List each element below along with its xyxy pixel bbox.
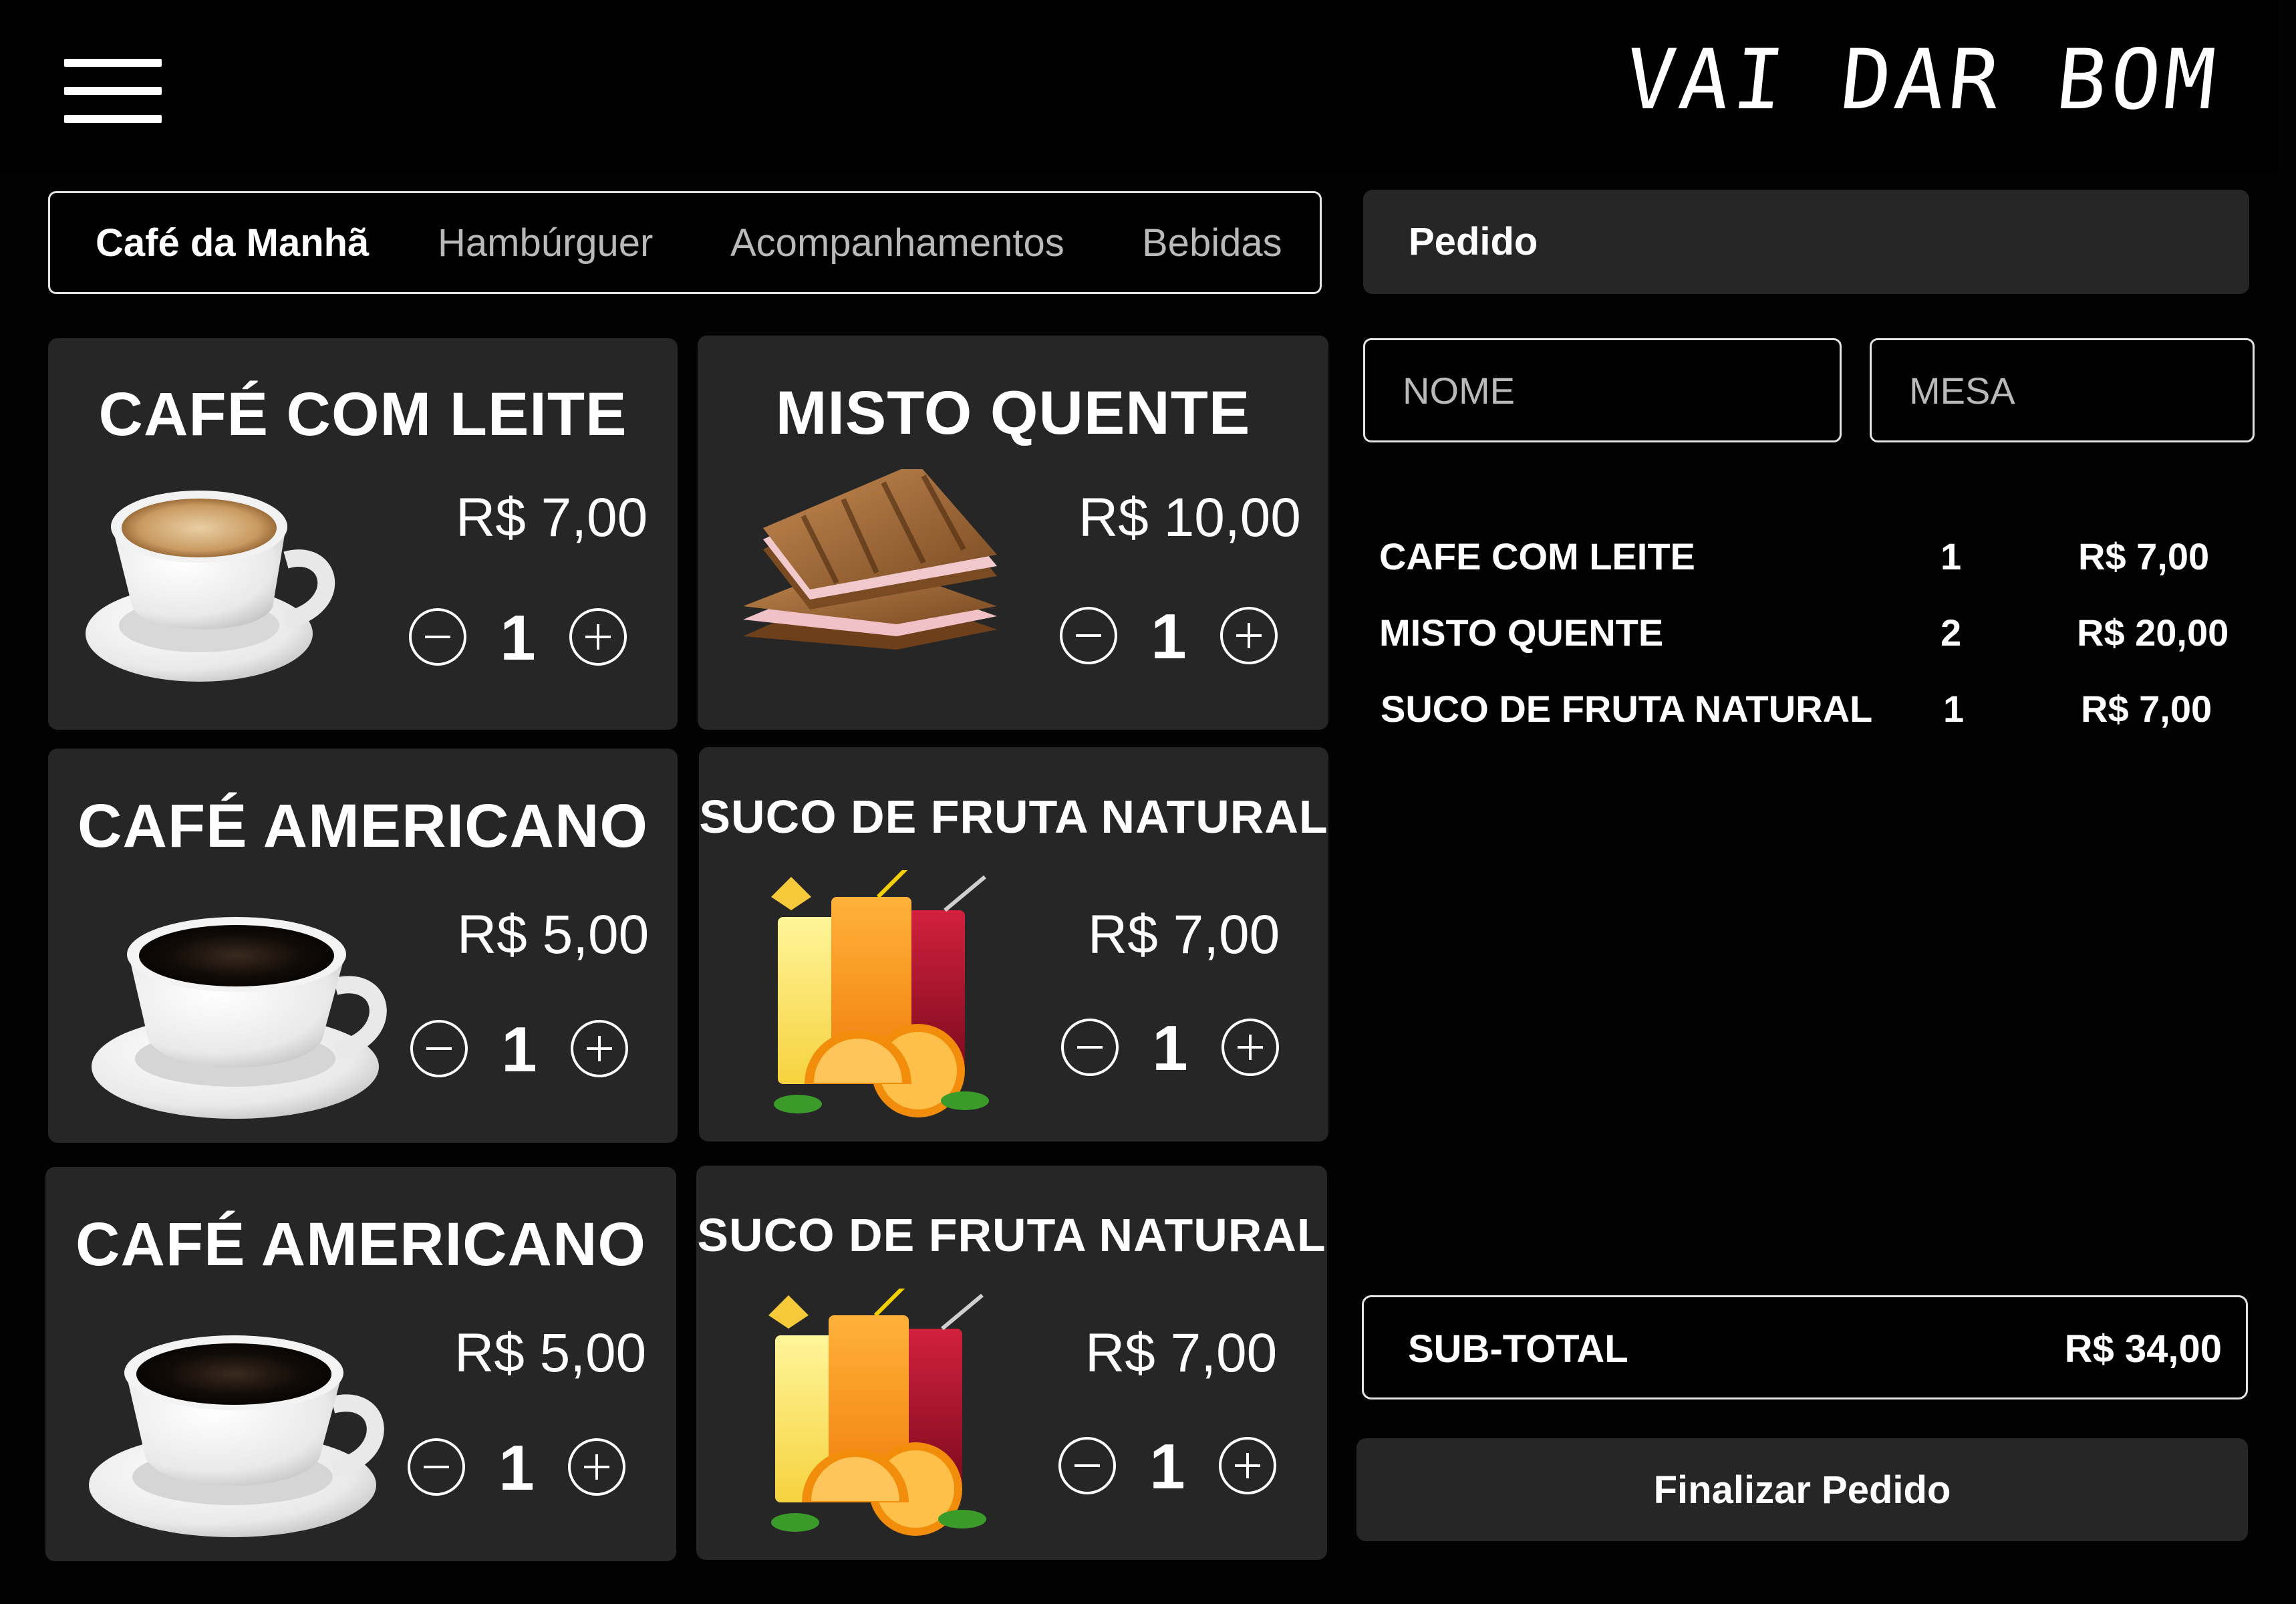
- coffee-with-milk-image: [86, 491, 335, 682]
- brand-logo: VAI DAR BOM: [1620, 32, 2224, 128]
- tab-cafe-da-manha[interactable]: Café da Manhã: [96, 220, 369, 267]
- category-tabs: Café da Manhã Hambúrguer Acompanhamentos…: [48, 191, 1322, 294]
- product-price: R$ 7,00: [456, 487, 648, 548]
- quantity-value: 1: [501, 1014, 537, 1085]
- decrease-quantity-button[interactable]: [408, 1438, 465, 1496]
- order-item-qty: 1: [1943, 688, 1965, 730]
- fruit-juice-image: [771, 870, 989, 1117]
- product-price: R$ 7,00: [1088, 904, 1280, 965]
- product-name: CAFÉ COM LEITE: [98, 380, 627, 448]
- product-name: MISTO QUENTE: [775, 379, 1251, 447]
- tab-acompanhamentos[interactable]: Acompanhamentos: [730, 220, 1064, 267]
- order-item-qty: 1: [1941, 535, 1962, 577]
- tab-bebidas[interactable]: Bebidas: [1142, 220, 1282, 267]
- customer-name-input[interactable]: [1363, 338, 1842, 442]
- increase-quantity-button[interactable]: [1219, 1437, 1276, 1494]
- order-item-qty: 2: [1941, 612, 1962, 654]
- order-item-name: MISTO QUENTE: [1379, 612, 1664, 654]
- quantity-value: 1: [498, 1432, 535, 1504]
- product-price: R$ 5,00: [457, 904, 650, 965]
- quantity-value: 1: [1149, 1431, 1185, 1502]
- tab-hamburguer[interactable]: Hambúrguer: [438, 220, 653, 267]
- decrease-quantity-button[interactable]: [410, 1020, 468, 1077]
- app-header: VAI DAR BOM: [0, 0, 2279, 175]
- increase-quantity-button[interactable]: [1222, 1019, 1279, 1076]
- order-items-list: CAFE COM LEITE 1 R$ 7,00 MISTO QUENTE 2 …: [1363, 528, 2252, 755]
- finalize-order-button[interactable]: Finalizar Pedido: [1356, 1438, 2248, 1541]
- quantity-value: 1: [500, 602, 536, 674]
- quantity-value: 1: [1152, 1013, 1188, 1084]
- product-card: CAFÉ AMERICANO R$ 5,00 1: [45, 1167, 676, 1561]
- grilled-sandwich-image: [743, 469, 997, 650]
- increase-quantity-button[interactable]: [569, 608, 627, 666]
- product-price: R$ 5,00: [454, 1323, 647, 1383]
- product-price: R$ 7,00: [1085, 1323, 1278, 1383]
- subtotal-label: SUB-TOTAL: [1408, 1327, 1628, 1371]
- product-card: MISTO QUENTE R$ 10,00 1: [698, 336, 1328, 730]
- decrease-quantity-button[interactable]: [409, 608, 466, 666]
- product-card: SUCO DE FRUTA NATURAL R$ 7,00 1: [699, 747, 1328, 1142]
- decrease-quantity-button[interactable]: [1060, 607, 1117, 664]
- product-name: SUCO DE FRUTA NATURAL: [697, 1209, 1326, 1261]
- order-item-name: CAFE COM LEITE: [1379, 535, 1695, 577]
- order-panel-header: Pedido: [1363, 190, 2249, 294]
- decrease-quantity-button[interactable]: [1061, 1019, 1119, 1076]
- product-name: CAFÉ AMERICANO: [76, 1210, 646, 1279]
- increase-quantity-button[interactable]: [568, 1438, 625, 1496]
- table-number-input[interactable]: [1870, 338, 2255, 442]
- order-item-total: R$ 7,00: [2081, 688, 2212, 730]
- product-name: SUCO DE FRUTA NATURAL: [699, 791, 1328, 843]
- fruit-juice-image: [768, 1289, 986, 1536]
- increase-quantity-button[interactable]: [1220, 607, 1278, 664]
- black-coffee-image: [89, 1335, 384, 1537]
- product-card: CAFÉ AMERICANO R$ 5,00 1: [48, 749, 678, 1143]
- order-item-total: R$ 20,00: [2077, 612, 2229, 654]
- order-item-total: R$ 7,00: [2078, 535, 2210, 577]
- product-price: R$ 10,00: [1079, 487, 1301, 548]
- product-name: CAFÉ AMERICANO: [78, 792, 648, 860]
- subtotal-value: R$ 34,00: [2064, 1327, 2222, 1371]
- black-coffee-image: [92, 917, 387, 1119]
- quantity-value: 1: [1151, 601, 1187, 672]
- increase-quantity-button[interactable]: [571, 1020, 628, 1077]
- subtotal-box: SUB-TOTAL R$ 34,00: [1362, 1295, 2248, 1399]
- decrease-quantity-button[interactable]: [1058, 1437, 1116, 1494]
- hamburger-menu-icon[interactable]: [64, 59, 162, 123]
- product-card: SUCO DE FRUTA NATURAL R$ 7,00 1: [696, 1166, 1327, 1560]
- order-title: Pedido: [1409, 220, 1538, 263]
- order-item-name: SUCO DE FRUTA NATURAL: [1381, 688, 1873, 730]
- product-card: CAFÉ COM LEITE R$ 7,00 1: [48, 338, 678, 730]
